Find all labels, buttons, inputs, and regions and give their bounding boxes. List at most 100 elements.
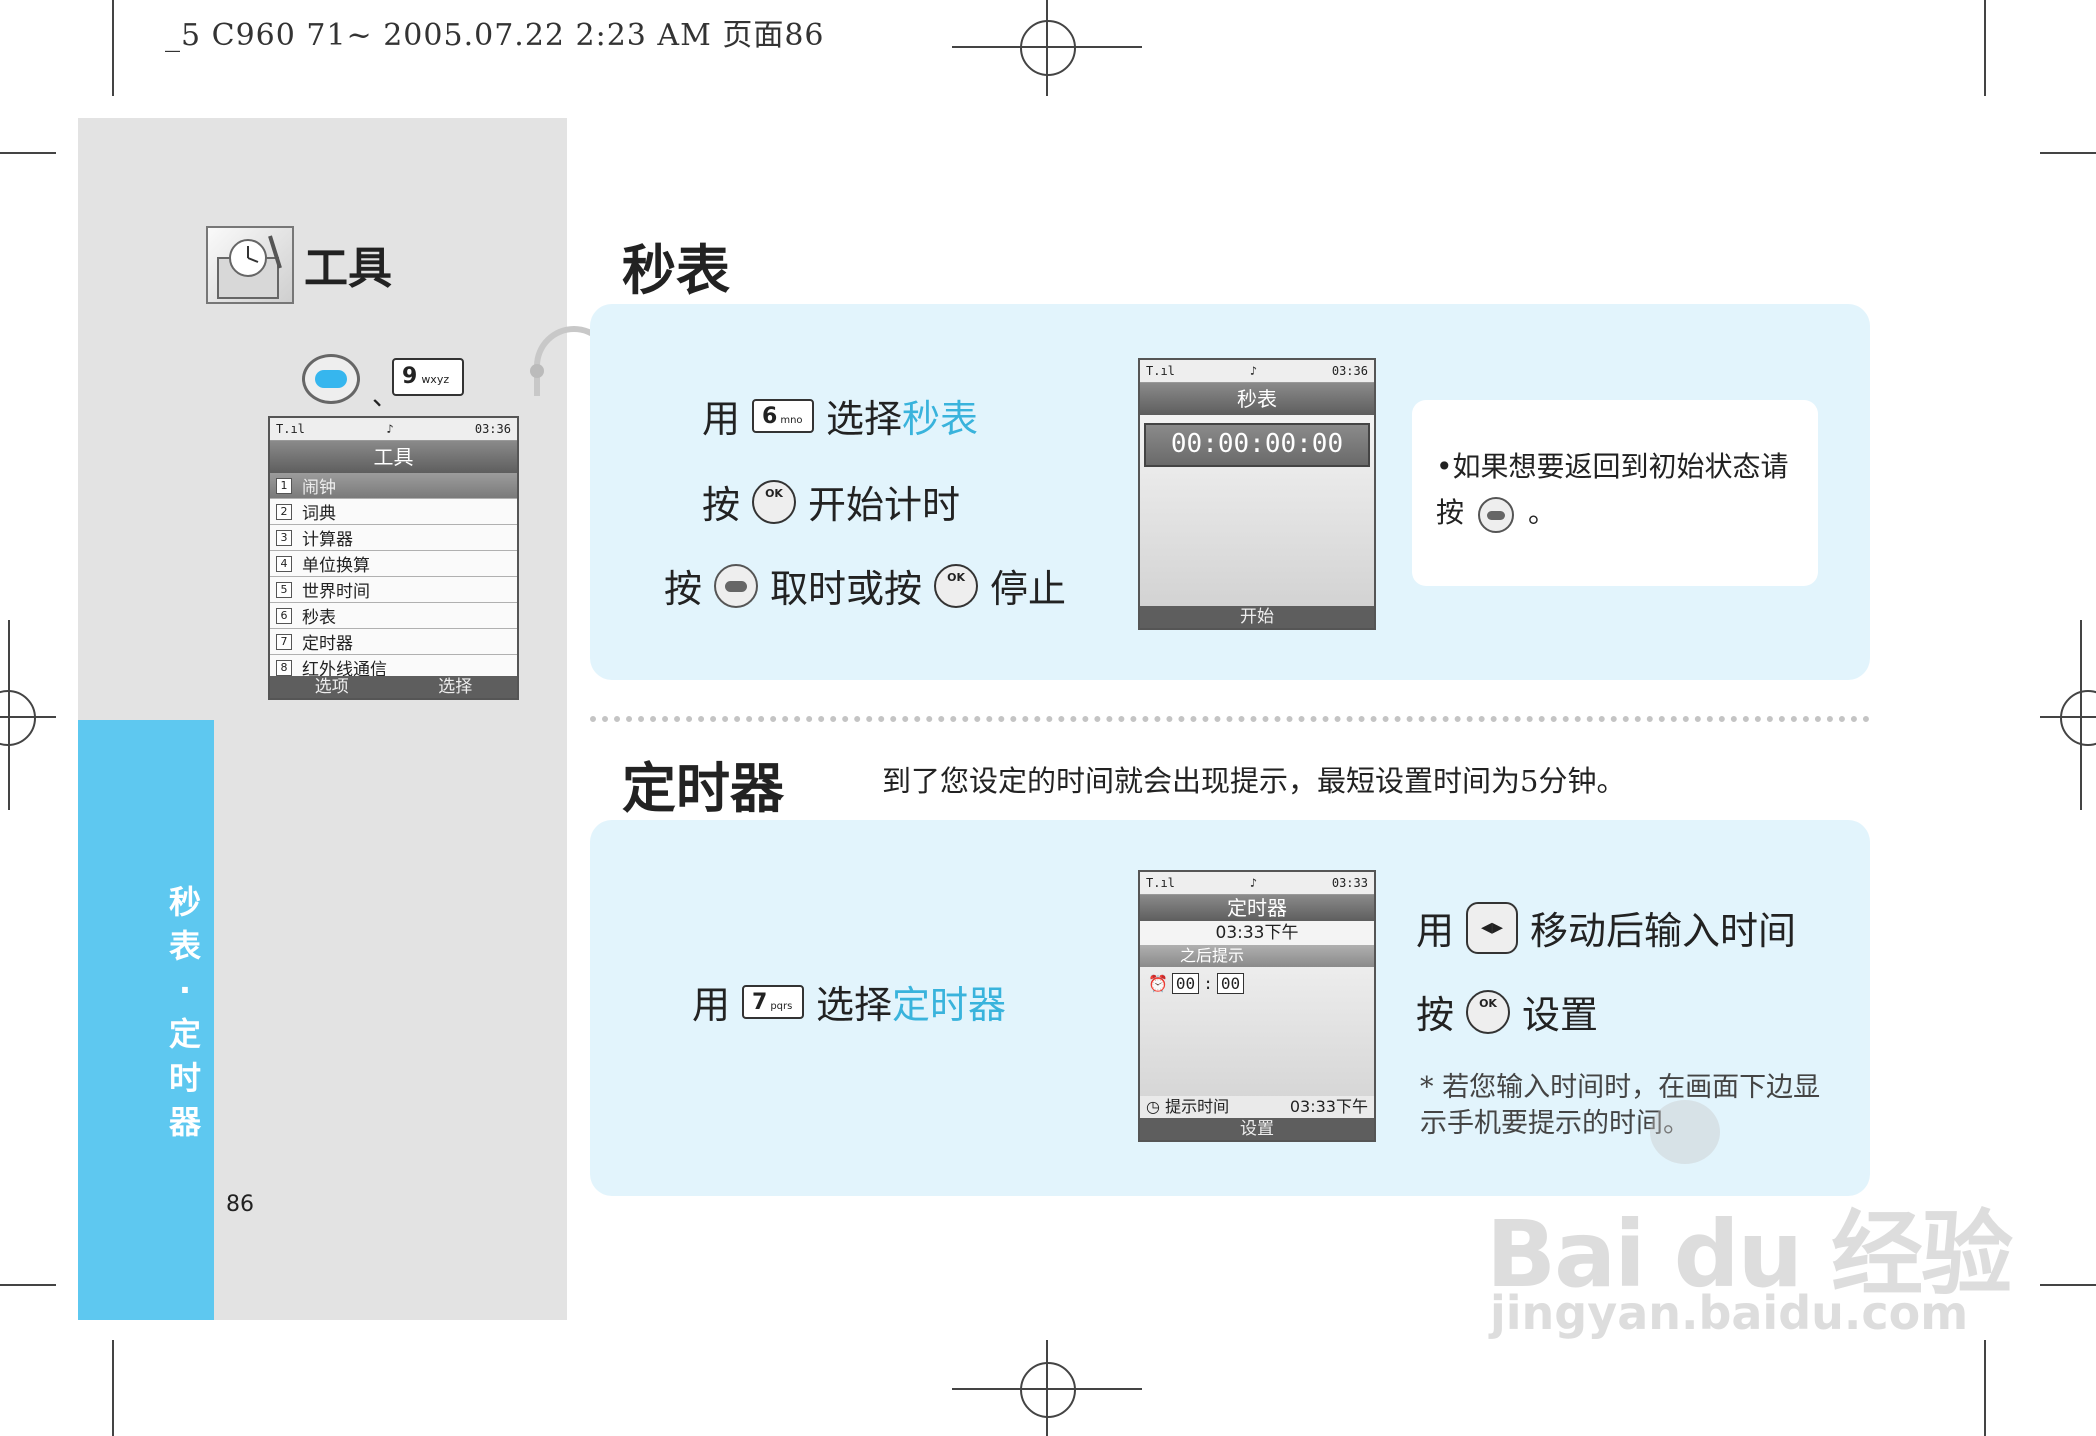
minutes-field[interactable]: 00: [1216, 973, 1245, 994]
crop-line: [112, 1340, 114, 1436]
soft-key-right[interactable]: 选择: [438, 676, 472, 698]
ok-key-label: OK: [947, 570, 965, 584]
key-number: 6: [762, 403, 778, 429]
crop-line: [1984, 0, 1986, 96]
registration-mark-right: [2060, 690, 2096, 746]
current-time: 03:33下午: [1140, 921, 1374, 945]
alarm-icon: ♪: [386, 422, 394, 436]
ok-key-icon: OK: [752, 479, 797, 524]
step-text: 用: [702, 397, 741, 441]
status-bar: T.ıl ♪ 03:36: [270, 418, 517, 441]
menu-item-label: 单位换算: [302, 556, 370, 576]
ok-key-label: OK: [1479, 996, 1497, 1010]
soft-key-center[interactable]: 设置: [1240, 1118, 1274, 1140]
soft-key-bar: 设置: [1140, 1118, 1374, 1140]
step-text: 取时或按: [770, 567, 923, 611]
hours-field[interactable]: 00: [1171, 973, 1200, 994]
key-9-letters: wxyz: [421, 373, 450, 386]
menu-item-number: 6: [276, 607, 292, 624]
step-text: 设置: [1522, 993, 1599, 1037]
stopwatch-step-2: 按 OK 开始计时: [702, 474, 960, 529]
chapter-char: 定: [168, 1015, 201, 1053]
menu-item-label: 秒表: [302, 608, 336, 628]
soft-key-left[interactable]: 选项: [315, 676, 349, 698]
note-text-fragment: 。: [1528, 496, 1557, 529]
crop-line: [1984, 1340, 1986, 1436]
status-time: 03:33: [1331, 876, 1368, 890]
key-6-icon: 6 mno: [752, 398, 815, 433]
crop-line: [2040, 152, 2096, 154]
timer-icon: ⏰: [1148, 974, 1168, 993]
step-text: 用: [692, 983, 731, 1027]
menu-item-label: 计算器: [302, 530, 353, 550]
step-text: 开始计时: [808, 483, 961, 527]
menu-item[interactable]: 2 词典: [270, 499, 517, 525]
ok-key-label: OK: [765, 486, 783, 500]
key-9-number: 9: [402, 364, 418, 389]
note-text: •如果想要返回到初始状态请 按 。: [1436, 444, 1806, 536]
step-text: 选择: [826, 397, 903, 441]
stopwatch-heading: 秒表: [622, 239, 730, 302]
key-letters: mno: [780, 414, 803, 426]
signal-icon: T.ıl: [1146, 876, 1175, 890]
timer-screen: T.ıl ♪ 03:33 定时器 03:33下午 之后提示 ⏰ 00 : 00 ◷ …: [1138, 870, 1376, 1142]
step-text: 移动后输入时间: [1530, 909, 1797, 953]
registration-mark-top: [1020, 20, 1076, 76]
menu-item-label: 定时器: [302, 634, 353, 654]
menu-item[interactable]: 1 闹钟: [270, 473, 517, 499]
print-header: _5 C960 71~ 2005.07.22 2:23 AM 页面86: [165, 18, 825, 53]
timer-step-3: 按 OK 设置: [1416, 984, 1598, 1039]
section-title-tools: 工具: [304, 243, 392, 294]
key-9-icon: 9 wxyz: [392, 358, 464, 396]
timer-subheader: 之后提示: [1140, 945, 1374, 967]
ok-key-icon: OK: [1466, 989, 1511, 1034]
screen-title: 秒表: [1140, 383, 1374, 415]
menu-item-number: 7: [276, 633, 292, 650]
highlight-text: 定时器: [892, 983, 1007, 1027]
alarm-icon: ♪: [1249, 876, 1257, 890]
timer-description: 到了您设定的时间就会出现提示，最短设置时间为5分钟。: [882, 764, 1626, 798]
status-time: 03:36: [474, 422, 511, 436]
page-number: 86: [226, 1192, 254, 1217]
note-line: •如果想要返回到初始状态请: [1436, 450, 1789, 483]
timer-heading: 定时器: [622, 757, 784, 820]
status-time: 03:36: [1331, 364, 1368, 378]
tools-menu-screen: T.ıl ♪ 03:36 工具 1 闹钟 2 词典 3 计算器 4 单位换算 5 世界时间 6…: [268, 416, 519, 700]
crop-line: [112, 0, 114, 96]
menu-softkey-icon: [302, 354, 360, 404]
chapter-char: ·: [178, 971, 192, 1009]
highlight-text: 秒表: [902, 397, 979, 441]
menu-item[interactable]: 6 秒表: [270, 603, 517, 629]
signal-icon: T.ıl: [1146, 364, 1175, 378]
registration-mark-left: [0, 690, 36, 746]
menu-item-number: 5: [276, 581, 292, 598]
toolbox-icon: [206, 226, 294, 304]
step-text: 按: [664, 567, 703, 611]
menu-item-number: 1: [276, 477, 292, 494]
crop-line: [0, 152, 56, 154]
menu-item-number: 4: [276, 555, 292, 572]
note-text-fragment: 按: [1436, 496, 1465, 529]
screen-title: 定时器: [1140, 895, 1374, 921]
binder-ring-dot: [530, 364, 544, 378]
menu-item[interactable]: 3 计算器: [270, 525, 517, 551]
timer-footnote: * 若您输入时间时，在画面下边显示手机要提示的时间。: [1420, 1072, 1821, 1139]
alert-time-value: 03:33下午: [1289, 1097, 1368, 1116]
chapter-tab-label: 秒 表 · 定 时 器: [160, 880, 210, 1144]
soft-key-center[interactable]: 开始: [1240, 606, 1274, 628]
time-entry: ⏰ 00 : 00: [1140, 967, 1374, 1000]
status-bar: T.ıl ♪ 03:36: [1140, 360, 1374, 383]
menu-item[interactable]: 5 世界时间: [270, 577, 517, 603]
menu-item[interactable]: 4 单位换算: [270, 551, 517, 577]
crop-line: [2040, 1284, 2096, 1286]
registration-mark-bottom: [1020, 1362, 1076, 1418]
screen-title: 工具: [270, 441, 517, 473]
soft-key-icon: [1478, 496, 1515, 533]
timer-step-2: 用 ◂▸ 移动后输入时间: [1416, 900, 1796, 955]
chapter-char: 器: [168, 1103, 201, 1141]
ok-key-icon: OK: [934, 563, 979, 608]
key-7-icon: 7 pqrs: [742, 984, 805, 1019]
menu-item-number: 8: [276, 659, 292, 676]
step-text: 用: [1416, 909, 1455, 953]
menu-item[interactable]: 7 定时器: [270, 629, 517, 655]
